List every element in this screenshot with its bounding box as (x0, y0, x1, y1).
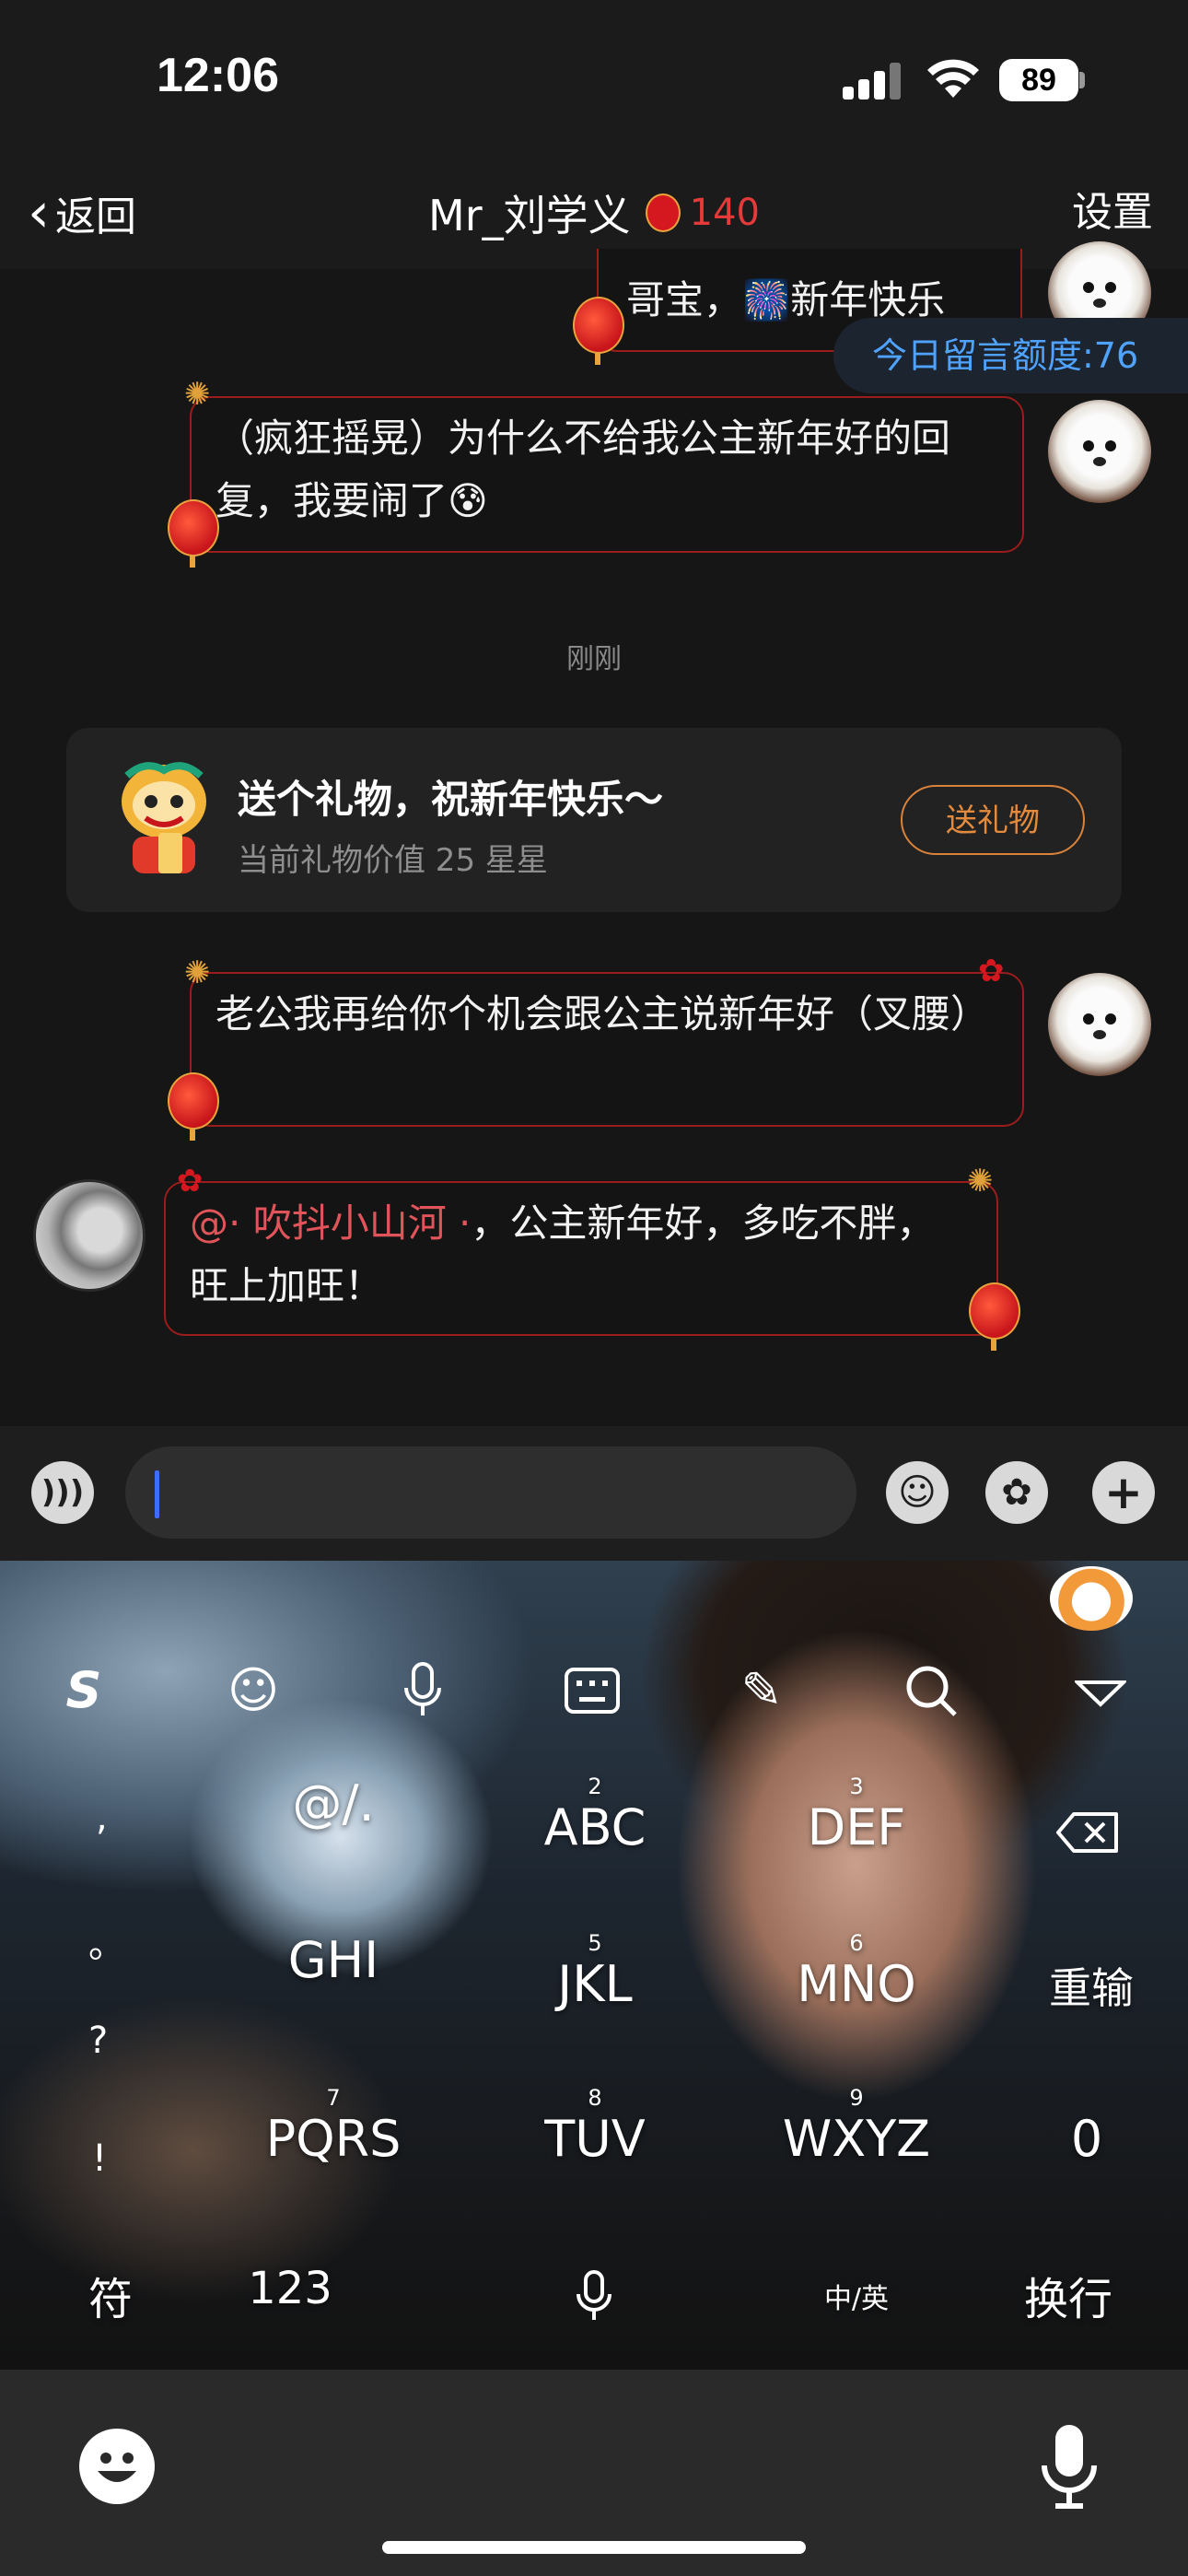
firework-icon: ✿ (177, 1163, 204, 1200)
sticker-icon[interactable]: ✿ (985, 1461, 1048, 1524)
heat-count: 140 (689, 192, 760, 234)
lantern-icon (168, 1072, 219, 1141)
message-text: 哥宝，🎆新年快乐 (626, 277, 946, 322)
message-text: （疯狂摇晃）为什么不给我公主新年好的回复，我要闹了😰 (215, 416, 951, 523)
message-bubble-outgoing[interactable]: （疯狂摇晃）为什么不给我公主新年好的回复，我要闹了😰 (190, 396, 1024, 553)
message-bubble-incoming[interactable]: @· 吹抖小山河 ·，公主新年好，多吃不胖，旺上加旺！ (164, 1181, 998, 1336)
key-mno[interactable]: 6 MNO (764, 1931, 949, 2013)
key-zero[interactable]: 0 (1041, 2110, 1133, 2168)
status-time: 12:06 (157, 49, 279, 102)
send-gift-button[interactable]: 送礼物 (901, 785, 1085, 855)
firework-icon: ✿ (978, 953, 1005, 989)
emoji-switch-icon[interactable] (79, 2429, 155, 2504)
lion-dance-gift-icon (109, 757, 219, 877)
key-123[interactable]: 123 (221, 2263, 359, 2314)
settings-button[interactable]: 设置 (1072, 181, 1153, 245)
collapse-icon[interactable] (1059, 1649, 1142, 1732)
battery-tip (1079, 72, 1085, 88)
message-input[interactable] (125, 1446, 856, 1539)
keyboard-icon[interactable] (551, 1649, 634, 1732)
key-abc[interactable]: 2 ABC (503, 1774, 687, 1856)
punct-key[interactable]: , (96, 1797, 108, 1839)
key-symbol[interactable]: 符 (64, 2263, 157, 2327)
voice-toggle-icon[interactable]: ))) (31, 1461, 94, 1524)
key-def[interactable]: 3 DEF (764, 1774, 949, 1856)
key-newline[interactable]: 换行 (995, 2263, 1142, 2327)
battery-icon: 89 (999, 59, 1078, 101)
signal-icon (843, 61, 902, 100)
avatar-self[interactable] (1048, 973, 1151, 1076)
key-reinput[interactable]: 重输 (1022, 1955, 1160, 2016)
wifi-icon (926, 55, 981, 100)
punct-key[interactable]: ? (88, 2020, 108, 2062)
mascot-icon (1050, 1566, 1133, 1631)
key-ghi[interactable]: GHI (241, 1931, 425, 1989)
microphone-icon[interactable] (381, 1649, 464, 1732)
punct-key[interactable]: 。 (88, 1914, 125, 1968)
handwriting-icon[interactable]: ✎ (720, 1649, 803, 1732)
message-bubble-outgoing[interactable]: 老公我再给你个机会跟公主说新年好（叉腰） (190, 972, 1024, 1127)
firework-icon: ✺ (184, 954, 211, 991)
dictation-icon[interactable] (1037, 2423, 1101, 2512)
chat-title: Mr_刘学义 140 (0, 181, 1188, 245)
firework-icon: ✺ (184, 376, 211, 413)
space-mic-icon[interactable] (525, 2255, 663, 2338)
key-wxyz[interactable]: 9 WXYZ (764, 2086, 949, 2168)
mention-link[interactable]: @· 吹抖小山河 · (190, 1200, 471, 1246)
home-indicator (382, 2541, 806, 2554)
lantern-icon (645, 193, 681, 232)
gift-card-subtitle: 当前礼物价值 25 星星 (238, 842, 548, 879)
lantern-icon (969, 1282, 1020, 1351)
punct-key[interactable]: ! (92, 2137, 107, 2180)
plus-icon[interactable]: + (1092, 1461, 1155, 1524)
backspace-icon[interactable] (1046, 1791, 1129, 1874)
lantern-icon (168, 499, 219, 568)
gift-card-title: 送个礼物，祝新年快乐～ (238, 777, 664, 822)
firework-icon: ✺ (967, 1163, 994, 1200)
chat-title-text: Mr_刘学义 (428, 191, 631, 240)
text-caret (155, 1470, 159, 1518)
message-text: 老公我再给你个机会跟公主说新年好（叉腰） (215, 991, 990, 1036)
sogou-logo-icon[interactable]: S (42, 1649, 125, 1732)
avatar-contact[interactable] (33, 1179, 146, 1292)
timestamp: 刚刚 (566, 643, 622, 675)
key-jkl[interactable]: 5 JKL (503, 1931, 687, 2013)
emoji-icon[interactable]: ☺ (212, 1649, 295, 1732)
lantern-icon (573, 297, 624, 365)
key-pqrs[interactable]: 7 PQRS (241, 2086, 425, 2168)
search-icon[interactable] (890, 1649, 973, 1732)
key-tuv[interactable]: 8 TUV (503, 2086, 687, 2168)
message-quota-badge: 今日留言额度:76 (833, 318, 1188, 393)
key-symbols[interactable]: @/. (241, 1774, 425, 1832)
key-lang-switch[interactable]: 中/英 (801, 2276, 912, 2316)
emoji-icon[interactable]: ☺ (886, 1461, 949, 1524)
avatar-self[interactable] (1048, 400, 1151, 503)
